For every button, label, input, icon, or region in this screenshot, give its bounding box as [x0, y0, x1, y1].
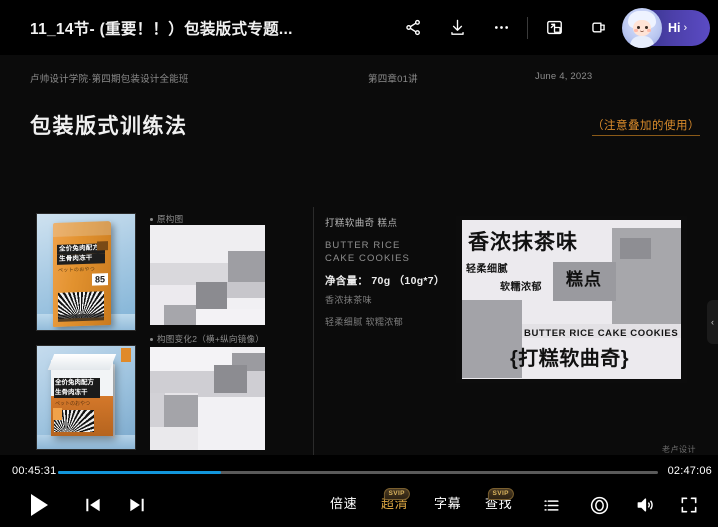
header-divider [527, 17, 528, 39]
spec-english-2: CAKE COOKIES [325, 252, 410, 265]
reference-photo-box: 全价兔肉配方 生骨肉冻干 ペットのおやつ [36, 345, 136, 450]
course-name: 卢帅设计学院·第四期包装设计全能班 [30, 71, 189, 85]
spec-line-texture: 轻柔细腻 软糯浓郁 [325, 315, 403, 328]
share-icon[interactable] [391, 6, 435, 50]
current-time: 00:45:31 [12, 465, 56, 477]
quality-button[interactable]: SVIP 超清 [381, 493, 408, 512]
wireframe-label-text: 原构图 [157, 213, 183, 225]
previous-button[interactable] [76, 483, 110, 527]
fullscreen-icon[interactable] [672, 483, 706, 527]
slide-title: 包装版式训练法 [30, 110, 188, 140]
svip-badge: SVIP [383, 488, 409, 500]
slide-note: （注意叠加的使用） [592, 117, 700, 136]
bullet-icon [150, 338, 153, 341]
wireframe-label-original: 原构图 [150, 213, 183, 225]
next-button[interactable] [120, 483, 154, 527]
video-stage[interactable]: 卢帅设计学院·第四期包装设计全能班 第四章01讲 June 4, 2023 包装… [0, 55, 718, 455]
bullet-icon [150, 218, 153, 221]
seek-row: 00:45:31 02:47:06 [0, 463, 718, 481]
wireframe-original [150, 225, 265, 325]
poster-category: 糕点 [566, 265, 602, 290]
play-button[interactable] [22, 483, 56, 527]
slide-date: June 4, 2023 [535, 71, 592, 82]
download-icon[interactable] [435, 6, 479, 50]
volume-icon[interactable] [628, 483, 662, 527]
poster-sub-1: 轻柔细腻 [466, 260, 508, 275]
chevron-right-icon: › [684, 22, 688, 34]
spec-line-weight: 净含量： 70g （10g*7） [325, 273, 445, 288]
cast-icon[interactable] [576, 6, 620, 50]
wireframe-label-text: 构图变化2（横+纵向镜像） [157, 333, 264, 345]
poster-english: BUTTER RICE CAKE COOKIES [524, 328, 678, 339]
svip-badge: SVIP [487, 488, 513, 500]
player-controls: 00:45:31 02:47:06 倍速 SVIP [0, 455, 718, 527]
pip-icon[interactable] [532, 6, 576, 50]
watermark-line-1: 老卢设计 [662, 445, 696, 455]
page-title: 11_14节- (重要！！）包装版式专题... [30, 17, 293, 39]
wireframe-label-variant: 构图变化2（横+纵向镜像） [150, 333, 264, 345]
greeting-label: Hi [668, 21, 681, 35]
column-divider [313, 207, 314, 455]
subtitle-button[interactable]: 字幕 [434, 493, 461, 512]
playlist-icon[interactable] [534, 483, 568, 527]
spec-line-flavor: 香浓抹茶味 [325, 293, 372, 306]
poster-headline: 香浓抹茶味 [468, 226, 578, 256]
poster-product: {打糕软曲奇} [510, 342, 629, 371]
progress-fill [58, 471, 221, 474]
app-header: 11_14节- (重要！！）包装版式专题... [0, 0, 718, 55]
button-row: 倍速 SVIP 超清 字幕 SVIP 查找 [0, 483, 718, 527]
chapter-label: 第四章01讲 [368, 71, 418, 85]
side-drawer-handle[interactable]: ‹ [707, 300, 718, 344]
header-actions: Hi › [391, 0, 710, 55]
more-icon[interactable] [479, 6, 523, 50]
user-account-button[interactable]: Hi › [624, 10, 710, 46]
video-player-page: 11_14节- (重要！！）包装版式专题... [0, 0, 718, 527]
airplay-icon[interactable] [582, 483, 616, 527]
avatar [622, 8, 662, 48]
wireframe-variant [150, 347, 265, 450]
slide-meta-bar: 卢帅设计学院·第四期包装设计全能班 第四章01讲 June 4, 2023 [0, 71, 718, 89]
poster-sub-2: 软糯浓郁 [500, 278, 542, 293]
poster-layout-preview: 香浓抹茶味 轻柔细腻 软糯浓郁 糕点 BUTTER RICE CAKE COOK… [456, 216, 687, 383]
spec-line-english: BUTTER RICE CAKE COOKIES [325, 239, 410, 265]
find-button[interactable]: SVIP 查找 [485, 493, 512, 512]
progress-bar[interactable] [58, 471, 658, 474]
spec-line-product: 打糕软曲奇 糕点 [325, 215, 397, 229]
speed-button[interactable]: 倍速 [330, 493, 357, 512]
reference-photo-pouch: 全价兔肉配方 生骨肉冻干 ペットのおやつ 85 [36, 213, 136, 331]
spec-english-1: BUTTER RICE [325, 239, 410, 252]
total-time: 02:47:06 [668, 465, 712, 477]
